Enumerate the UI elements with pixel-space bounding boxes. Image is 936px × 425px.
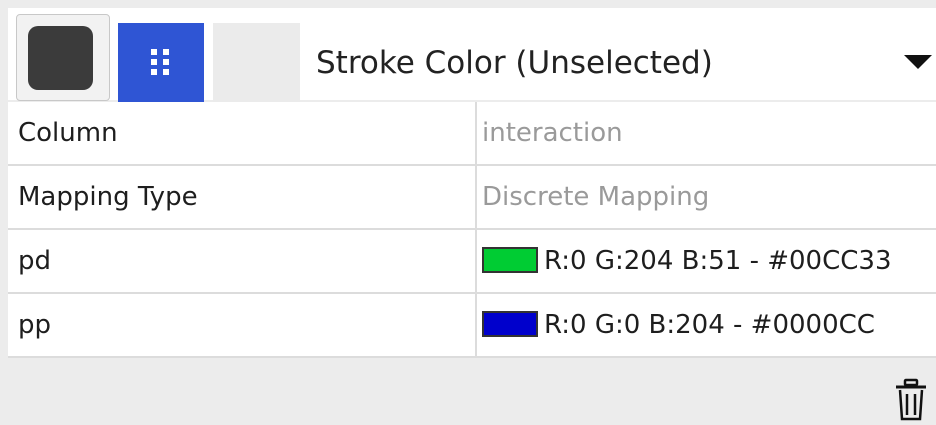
property-title[interactable]: Stroke Color (Unselected) xyxy=(316,43,713,83)
row-value-pp[interactable]: R:0 G:0 B:204 - #0000CC xyxy=(477,294,936,356)
table-row: pp R:0 G:0 B:204 - #0000CC xyxy=(8,294,936,356)
color-text-pd: R:0 G:204 B:51 - #00CC33 xyxy=(544,246,892,276)
row-key-column: Column xyxy=(8,102,475,164)
row-key-mapping-type: Mapping Type xyxy=(8,166,475,228)
row-key-pp: pp xyxy=(8,294,475,356)
row-value-mapping-type[interactable]: Discrete Mapping xyxy=(477,166,936,228)
table-row: Mapping Type Discrete Mapping xyxy=(8,166,936,228)
color-chip-pd xyxy=(482,246,538,273)
table-row: Column interaction xyxy=(8,102,936,164)
triangle-down-icon[interactable] xyxy=(904,55,932,69)
mapping-table: Column interaction Mapping Type Discrete… xyxy=(8,102,936,358)
color-chip-pp xyxy=(482,310,538,337)
row-value-column[interactable]: interaction xyxy=(477,102,936,164)
trash-icon[interactable] xyxy=(893,378,929,422)
row-value-pd[interactable]: R:0 G:204 B:51 - #00CC33 xyxy=(477,230,936,292)
property-header: Stroke Color (Unselected) xyxy=(8,8,936,102)
row-key-pd: pd xyxy=(8,230,475,292)
mapping-button[interactable] xyxy=(118,23,204,102)
table-row: pd R:0 G:204 B:51 - #00CC33 xyxy=(8,230,936,292)
footer-bar xyxy=(8,360,936,425)
color-text-pp: R:0 G:0 B:204 - #0000CC xyxy=(544,310,875,340)
grip-dots-icon xyxy=(151,49,169,75)
visual-property-editor: Stroke Color (Unselected) Column interac… xyxy=(0,0,936,425)
default-color-swatch xyxy=(28,26,93,90)
bypass-button[interactable] xyxy=(213,23,300,102)
default-value-button[interactable] xyxy=(16,14,110,101)
